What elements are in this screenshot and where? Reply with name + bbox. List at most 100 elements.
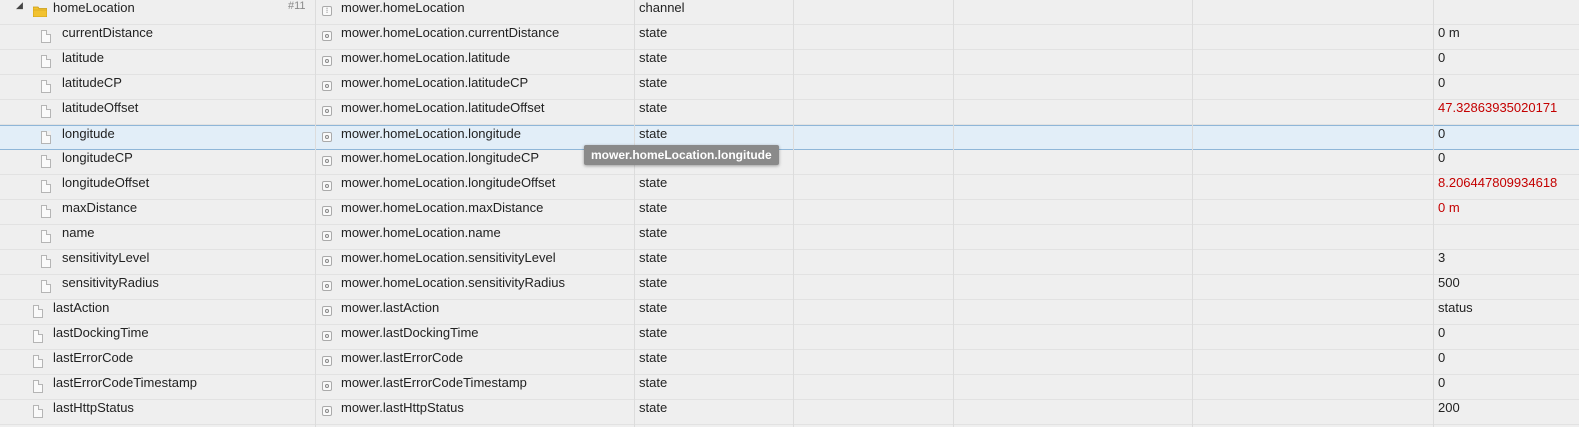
row-id: mower.homeLocation.longitude — [341, 126, 521, 141]
row-name: lastAction — [53, 300, 110, 315]
row-name: lastDockingTime — [53, 325, 149, 340]
state-icon — [322, 381, 332, 391]
row-type: state — [639, 300, 668, 315]
state-icon — [322, 181, 332, 191]
row-value: 200 — [1438, 400, 1460, 415]
tree-row-name[interactable]: name mower.homeLocation.name state — [0, 225, 1579, 250]
row-type: state — [639, 350, 668, 365]
column-divider — [793, 0, 794, 427]
column-divider — [1433, 0, 1434, 427]
state-icon — [322, 132, 332, 142]
file-icon — [33, 355, 43, 368]
state-icon — [322, 306, 332, 316]
tree-row-latitudecp[interactable]: latitudeCP mower.homeLocation.latitudeCP… — [0, 75, 1579, 100]
row-id: mower.homeLocation.name — [341, 225, 501, 240]
column-divider — [315, 0, 316, 427]
file-icon — [33, 305, 43, 318]
row-id: mower.lastAction — [341, 300, 440, 315]
state-icon — [322, 56, 332, 66]
row-value: 0 — [1438, 126, 1446, 141]
row-id: mower.lastDockingTime — [341, 325, 479, 340]
tree-row-longitudeoffset[interactable]: longitudeOffset mower.homeLocation.longi… — [0, 175, 1579, 200]
row-id: mower.homeLocation.currentDistance — [341, 25, 560, 40]
row-value: 0 m — [1438, 200, 1460, 215]
tree-row-lasthttpstatus[interactable]: lastHttpStatus mower.lastHttpStatus stat… — [0, 400, 1579, 425]
row-name: latitudeCP — [62, 75, 122, 90]
children-count: #11 — [288, 0, 306, 12]
tree-row-sensitivityradius[interactable]: sensitivityRadius mower.homeLocation.sen… — [0, 275, 1579, 300]
state-icon — [322, 356, 332, 366]
row-id: mower.homeLocation.sensitivityRadius — [341, 275, 565, 290]
row-type: state — [639, 200, 668, 215]
row-type: state — [639, 375, 668, 390]
row-type: state — [639, 75, 668, 90]
state-icon — [322, 406, 332, 416]
row-name: longitude — [62, 126, 115, 141]
row-id: mower.lastErrorCodeTimestamp — [341, 375, 527, 390]
row-type: state — [639, 250, 668, 265]
file-icon — [41, 230, 51, 243]
row-value: 0 m — [1438, 25, 1460, 40]
file-icon — [41, 155, 51, 168]
tree-row-lasterrorcode[interactable]: lastErrorCode mower.lastErrorCode state … — [0, 350, 1579, 375]
tree-row-latitude[interactable]: latitude mower.homeLocation.latitude sta… — [0, 50, 1579, 75]
tree-row-latitudeoffset[interactable]: latitudeOffset mower.homeLocation.latitu… — [0, 100, 1579, 125]
row-value: 0 — [1438, 50, 1446, 65]
tree-row-longitudecp[interactable]: longitudeCP mower.homeLocation.longitude… — [0, 150, 1579, 175]
tree-row-sensitivitylevel[interactable]: sensitivityLevel mower.homeLocation.sens… — [0, 250, 1579, 275]
row-value: 500 — [1438, 275, 1460, 290]
tree-row-currentdistance[interactable]: currentDistance mower.homeLocation.curre… — [0, 25, 1579, 50]
id-tooltip: mower.homeLocation.longitude — [584, 145, 779, 165]
row-id: mower.homeLocation.latitude — [341, 50, 511, 65]
row-name: longitudeCP — [62, 150, 133, 165]
state-icon — [322, 81, 332, 91]
tree-row-lastaction[interactable]: lastAction mower.lastAction state status — [0, 300, 1579, 325]
row-value: 0 — [1438, 325, 1446, 340]
file-icon — [41, 280, 51, 293]
tree-row-longitude[interactable]: longitude mower.homeLocation.longitude s… — [0, 125, 1579, 150]
row-name: maxDistance — [62, 200, 138, 215]
row-type: state — [639, 126, 668, 141]
tree-row-lastdockingtime[interactable]: lastDockingTime mower.lastDockingTime st… — [0, 325, 1579, 350]
file-icon — [41, 80, 51, 93]
object-tree-grid: ◢ homeLocation #11 ⁝ mower.homeLocation … — [0, 0, 1579, 425]
row-name: lastErrorCode — [53, 350, 134, 365]
file-icon — [41, 255, 51, 268]
row-value: 8.206447809934618 — [1438, 175, 1558, 190]
row-name: homeLocation — [53, 0, 135, 15]
state-icon — [322, 106, 332, 116]
file-icon — [33, 380, 43, 393]
state-icon — [322, 256, 332, 266]
row-id: mower.lastErrorCode — [341, 350, 464, 365]
row-name: name — [62, 225, 95, 240]
state-icon — [322, 231, 332, 241]
row-id: mower.homeLocation.longitudeOffset — [341, 175, 556, 190]
row-id: mower.homeLocation — [341, 0, 465, 15]
row-type: state — [639, 175, 668, 190]
file-icon — [41, 30, 51, 43]
row-name: latitude — [62, 50, 104, 65]
row-value: 0 — [1438, 75, 1446, 90]
channel-icon: ⁝ — [322, 6, 332, 16]
column-divider — [1192, 0, 1193, 427]
state-icon — [322, 281, 332, 291]
row-value: 0 — [1438, 375, 1446, 390]
row-id: mower.homeLocation.latitudeCP — [341, 75, 529, 90]
row-type: channel — [639, 0, 685, 15]
row-id: mower.homeLocation.longitudeCP — [341, 150, 540, 165]
state-icon — [322, 331, 332, 341]
column-divider — [634, 0, 635, 427]
row-type: state — [639, 400, 668, 415]
tree-row-maxdistance[interactable]: maxDistance mower.homeLocation.maxDistan… — [0, 200, 1579, 225]
collapse-toggle-icon[interactable]: ◢ — [16, 0, 23, 11]
row-value: 0 — [1438, 350, 1446, 365]
tree-row-lasterrorcodetimestamp[interactable]: lastErrorCodeTimestamp mower.lastErrorCo… — [0, 375, 1579, 400]
row-value: 0 — [1438, 150, 1446, 165]
file-icon — [41, 105, 51, 118]
row-id: mower.lastHttpStatus — [341, 400, 464, 415]
row-value: 47.32863935020171 — [1438, 100, 1558, 115]
row-value: 3 — [1438, 250, 1446, 265]
tree-row-homelocation[interactable]: ◢ homeLocation #11 ⁝ mower.homeLocation … — [0, 0, 1579, 25]
file-icon — [41, 180, 51, 193]
row-type: state — [639, 225, 668, 240]
